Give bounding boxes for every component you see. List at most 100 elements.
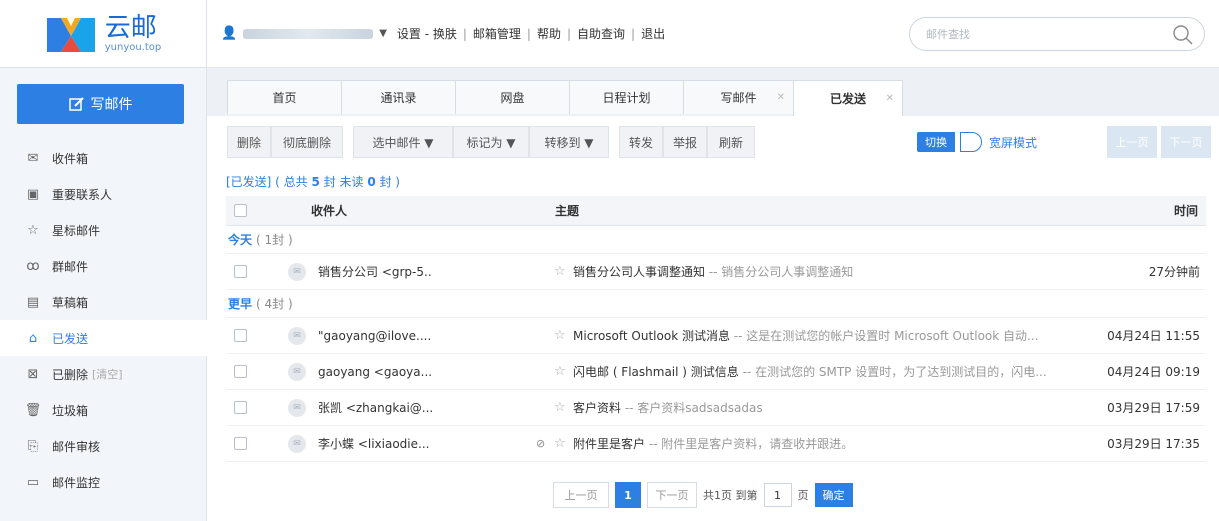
envelope-icon: ✉ <box>27 150 39 166</box>
subject-title: 客户资料 <box>573 401 622 415</box>
tab-netdisk[interactable]: 网盘 <box>455 80 569 114</box>
pager-prev-button[interactable]: 上一页 <box>553 482 609 508</box>
forward-button[interactable]: 转发 <box>619 126 663 158</box>
tab-label: 网盘 <box>500 91 525 105</box>
pagination: 上一页 1 下一页 共1页 到第 1 页 确定 <box>553 482 853 508</box>
widescreen-label[interactable]: 宽屏模式 <box>989 134 1037 151</box>
next-page-button[interactable]: 下一页 <box>1161 126 1211 158</box>
nav-label: 邮件审核 <box>52 439 101 454</box>
logout-link[interactable]: 退出 <box>641 25 665 42</box>
tab-label: 日程计划 <box>602 91 651 105</box>
logo[interactable]: 云邮 yunyou.top <box>0 0 206 68</box>
folder-summary: [已发送] ( 总共 5 封 未读 0 封 ) <box>226 173 400 190</box>
audit-icon: ⎘ <box>27 438 39 454</box>
tab-label: 首页 <box>272 91 297 105</box>
table-row[interactable]: ✉ 张凯 <zhangkai@... ☆ 客户资料 -- 客户资料sadsads… <box>226 390 1206 426</box>
nav-item-group-mail[interactable]: ꝏ 群邮件 <box>0 248 207 284</box>
recipient[interactable]: gaoyang <gaoya... <box>318 365 432 379</box>
table-row[interactable]: ✉ 李小蝶 <lixiaodie... ⊘ ☆ 附件里是客户 -- 附件里是客户… <box>226 426 1206 462</box>
column-recipient[interactable]: 收件人 <box>311 202 347 219</box>
page-number-input[interactable]: 1 <box>763 483 792 507</box>
subject[interactable]: Microsoft Outlook 测试消息 -- 这是在测试您的帐户设置时 M… <box>555 327 1075 344</box>
row-checkbox[interactable] <box>234 437 247 450</box>
nav-item-starred[interactable]: ☆ 星标邮件 <box>0 212 207 248</box>
subject[interactable]: 附件里是客户 -- 附件里是客户资料，请查收并跟进。 <box>555 435 1075 452</box>
row-checkbox[interactable] <box>234 329 247 342</box>
select-all-checkbox[interactable] <box>234 204 247 217</box>
close-icon[interactable]: ✕ <box>777 92 785 103</box>
nav-item-inbox[interactable]: ✉ 收件箱 <box>0 140 207 176</box>
settings-link[interactable]: 设置 - 换肤 <box>397 25 457 42</box>
prev-page-button[interactable]: 上一页 <box>1107 126 1157 158</box>
tab-home[interactable]: 首页 <box>227 80 341 114</box>
refresh-button[interactable]: 刷新 <box>707 126 755 158</box>
time: 04月24日 09:19 <box>1107 365 1200 379</box>
select-mail-dropdown[interactable]: 选中邮件 ▼ <box>353 126 453 158</box>
column-time[interactable]: 时间 <box>1174 202 1198 219</box>
help-link[interactable]: 帮助 <box>537 25 561 42</box>
tab-schedule[interactable]: 日程计划 <box>569 80 683 114</box>
tab-compose[interactable]: 写邮件 ✕ <box>683 80 793 114</box>
table-row[interactable]: ✉ "gaoyang@ilove.... ☆ Microsoft Outlook… <box>226 318 1206 354</box>
subject[interactable]: 销售分公司人事调整通知 -- 销售分公司人事调整通知 <box>555 263 1075 280</box>
empty-trash-link[interactable]: [清空] <box>92 366 123 382</box>
top-bar: 👤 ▼ 设置 - 换肤 | 邮箱管理 | 帮助 | 自助查询 | 退出 邮件查找 <box>207 0 1219 68</box>
delete-forever-button[interactable]: 彻底删除 <box>271 126 343 158</box>
group-label: 更早 <box>228 297 253 311</box>
subject[interactable]: 客户资料 -- 客户资料sadsadsadas <box>555 399 1075 416</box>
pager-confirm-button[interactable]: 确定 <box>814 483 853 507</box>
row-checkbox[interactable] <box>234 401 247 414</box>
nav-item-deleted[interactable]: ⊠ 已删除 [清空] <box>0 356 207 392</box>
deleted-icon: ⊠ <box>27 366 39 382</box>
nav-item-trash[interactable]: 🗑 垃圾箱 <box>0 392 207 428</box>
nav-item-important-contacts[interactable]: ▣ 重要联系人 <box>0 176 207 212</box>
mail-toolbar: 删除 彻底删除 选中邮件 ▼ 标记为 ▼ 转移到 ▼ 转发 举报 刷新 切换 宽… <box>207 116 1219 166</box>
nav-label: 垃圾箱 <box>52 403 89 418</box>
pager-next-button[interactable]: 下一页 <box>647 482 697 508</box>
mark-as-dropdown[interactable]: 标记为 ▼ <box>453 126 529 158</box>
user-account-name[interactable] <box>243 28 374 39</box>
mail-search-input[interactable]: 邮件查找 <box>909 17 1205 51</box>
pager-current-page[interactable]: 1 <box>615 482 641 508</box>
table-row[interactable]: ✉ gaoyang <gaoya... ☆ 闪电邮 ( Flashmail ) … <box>226 354 1206 390</box>
delete-button[interactable]: 删除 <box>227 126 271 158</box>
nav-item-mail-audit[interactable]: ⎘ 邮件审核 <box>0 428 207 464</box>
time: 03月29日 17:59 <box>1107 401 1200 415</box>
table-row[interactable]: ✉ 销售分公司 <grp-5.. ☆ 销售分公司人事调整通知 -- 销售分公司人… <box>226 254 1206 290</box>
recipient[interactable]: 销售分公司 <grp-5.. <box>318 263 432 280</box>
mailbox-management-link[interactable]: 邮箱管理 <box>473 25 521 42</box>
subject-preview: -- 这是在测试您的帐户设置时 Microsoft Outlook 自动... <box>729 329 1039 343</box>
compose-button[interactable]: 写邮件 <box>17 84 184 124</box>
self-service-link[interactable]: 自助查询 <box>577 25 625 42</box>
move-to-dropdown[interactable]: 转移到 ▼ <box>529 126 609 158</box>
tab-contacts[interactable]: 通讯录 <box>341 80 455 114</box>
user-menu-caret-icon[interactable]: ▼ <box>379 28 387 39</box>
row-checkbox[interactable] <box>234 365 247 378</box>
summary-suffix: 封 ) <box>375 175 400 189</box>
nav-item-mail-monitor[interactable]: ▭ 邮件监控 <box>0 464 207 500</box>
trash-icon: 🗑 <box>24 402 42 418</box>
nav-item-drafts[interactable]: ▤ 草稿箱 <box>0 284 207 320</box>
widescreen-toggle[interactable] <box>960 132 982 152</box>
time: 03月29日 17:35 <box>1107 437 1200 451</box>
recipient[interactable]: "gaoyang@ilove.... <box>318 329 431 343</box>
recipient[interactable]: 张凯 <zhangkai@... <box>318 399 433 416</box>
recipient[interactable]: 李小蝶 <lixiaodie... <box>318 435 429 452</box>
divider: | <box>631 26 636 41</box>
nav-label: 邮件监控 <box>52 475 101 490</box>
column-subject[interactable]: 主题 <box>555 202 579 219</box>
switch-toggle-label[interactable]: 切换 <box>917 132 955 152</box>
report-button[interactable]: 举报 <box>663 126 707 158</box>
search-icon[interactable] <box>1172 24 1194 46</box>
divider: | <box>566 26 572 41</box>
nav-label: 已发送 <box>52 331 89 346</box>
row-checkbox[interactable] <box>234 265 247 278</box>
monitor-icon: ▭ <box>26 474 40 490</box>
group-header-earlier: 更早 ( 4封 ) <box>226 290 1206 318</box>
nav-item-sent[interactable]: ⌂ 已发送 <box>0 320 207 356</box>
tab-sent[interactable]: 已发送 ✕ <box>793 80 903 116</box>
subject[interactable]: 闪电邮 ( Flashmail ) 测试信息 -- 在测试您的 SMTP 设置时… <box>555 363 1075 380</box>
nav-label: 群邮件 <box>52 259 89 274</box>
close-icon[interactable]: ✕ <box>886 93 894 104</box>
nav-label: 草稿箱 <box>52 295 89 310</box>
